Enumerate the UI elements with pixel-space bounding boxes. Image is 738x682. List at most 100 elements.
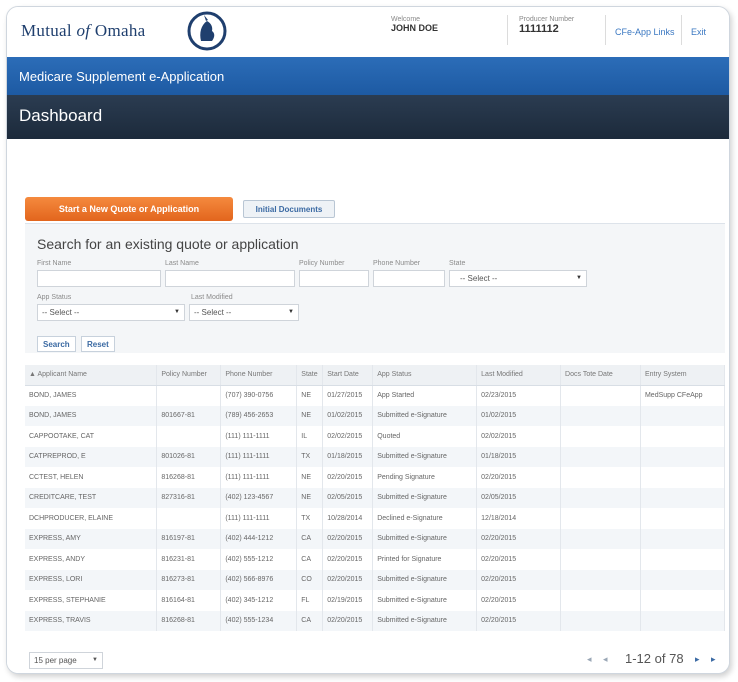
cell-policy-number — [156, 508, 222, 529]
cell-entry-system — [640, 467, 726, 488]
cell-state: IL — [296, 426, 324, 447]
header-divider — [507, 15, 508, 45]
table-row[interactable]: CATPREPROD, E 801026-81 (111) 111-1111 TX 01… — [25, 446, 726, 467]
table-row[interactable]: BOND, JAMES 801667-81 (789) 456-2653 NE 01/0… — [25, 405, 726, 426]
cell-state: CO — [296, 569, 324, 590]
cell-state: FL — [296, 590, 324, 611]
phone-number-input[interactable] — [373, 270, 445, 287]
cell-app-status: Submitted e-Signature — [372, 446, 478, 467]
welcome-block: Welcome JOHN DOE — [391, 16, 438, 33]
next-page-icon[interactable]: ▸ — [695, 654, 700, 665]
table-row[interactable]: EXPRESS, TRAVIS 816268-81 (402) 555-1234 CA… — [25, 610, 726, 631]
cell-policy-number: 801026-81 — [156, 446, 222, 467]
column-header-state[interactable]: State — [296, 365, 324, 386]
results-table: ▲ Applicant Name Policy Number Phone Num… — [25, 365, 726, 631]
column-header-phone-number[interactable]: Phone Number — [220, 365, 298, 386]
chevron-down-icon: ▼ — [174, 309, 180, 315]
cell-phone-number: (402) 444-1212 — [220, 528, 298, 549]
column-header-app-status[interactable]: App Status — [372, 365, 478, 386]
cell-start-date: 10/28/2014 — [322, 508, 374, 529]
column-header-docs-tote-date[interactable]: Docs Tote Date — [560, 365, 641, 386]
cell-docs-tote-date — [560, 446, 641, 467]
cell-app-status: App Started — [372, 385, 478, 406]
cell-phone-number: (402) 566-8976 — [220, 569, 298, 590]
reset-button[interactable]: Reset — [81, 336, 115, 352]
app-status-select-value: -- Select -- — [42, 308, 80, 317]
cell-last-modified: 02/02/2015 — [476, 426, 562, 447]
app-title: Medicare Supplement e-Application — [19, 69, 225, 84]
last-modified-select-value: -- Select -- — [194, 308, 232, 317]
chevron-down-icon: ▼ — [92, 657, 98, 663]
app-status-select[interactable]: -- Select -- ▼ — [37, 304, 185, 321]
logo-word-of: of — [76, 21, 91, 40]
cell-app-status: Submitted e-Signature — [372, 590, 478, 611]
first-page-icon[interactable]: ◂ — [587, 654, 592, 665]
table-row[interactable]: BOND, JAMES (707) 390-0756 NE 01/27/2015 App… — [25, 385, 726, 406]
cell-start-date: 01/18/2015 — [322, 446, 374, 467]
table-row[interactable]: CREDITCARE, TEST 827316-81 (402) 123-4567 N… — [25, 487, 726, 508]
table-row[interactable]: CAPPOOTAKE, CAT (111) 111-1111 IL 02/02/201… — [25, 426, 726, 447]
cell-phone-number: (111) 111-1111 — [220, 446, 298, 467]
cell-state: NE — [296, 467, 324, 488]
first-name-input[interactable] — [37, 270, 161, 287]
cell-last-modified: 01/02/2015 — [476, 405, 562, 426]
last-page-icon[interactable]: ▸ — [711, 654, 716, 665]
per-page-value: 15 per page — [34, 656, 77, 665]
cell-phone-number: (402) 555-1212 — [220, 549, 298, 570]
cell-applicant-name: CATPREPROD, E — [25, 446, 158, 467]
table-row[interactable]: EXPRESS, ANDY 816231-81 (402) 555-1212 CA 02… — [25, 549, 726, 570]
policy-number-label: Policy Number — [299, 260, 345, 267]
exit-link[interactable]: Exit — [691, 27, 706, 37]
cell-applicant-name: BOND, JAMES — [25, 385, 158, 406]
initial-documents-button[interactable]: Initial Documents — [243, 200, 335, 218]
table-row[interactable]: EXPRESS, AMY 816197-81 (402) 444-1212 CA 02/… — [25, 528, 726, 549]
cell-start-date: 02/20/2015 — [322, 569, 374, 590]
cell-entry-system — [640, 508, 726, 529]
indian-head-logo-icon — [187, 11, 227, 51]
cell-entry-system — [640, 405, 726, 426]
table-row[interactable]: CCTEST, HELEN 816268-81 (111) 111-1111 NE 02… — [25, 467, 726, 488]
column-header-entry-system[interactable]: Entry System — [640, 365, 726, 386]
cell-start-date: 02/05/2015 — [322, 487, 374, 508]
cell-state: TX — [296, 446, 324, 467]
start-new-quote-button[interactable]: Start a New Quote or Application — [25, 197, 233, 221]
policy-number-input[interactable] — [299, 270, 369, 287]
last-name-input[interactable] — [165, 270, 295, 287]
cell-applicant-name: EXPRESS, STEPHANIE — [25, 590, 158, 611]
previous-page-icon[interactable]: ◂ — [603, 654, 608, 665]
cell-entry-system: MedSupp CFeApp — [640, 385, 726, 406]
phone-number-label: Phone Number — [373, 260, 421, 267]
cell-state: CA — [296, 528, 324, 549]
cell-docs-tote-date — [560, 508, 641, 529]
cell-state: NE — [296, 385, 324, 406]
column-header-applicant-name[interactable]: ▲ Applicant Name — [25, 365, 158, 386]
table-row[interactable]: DCHPRODUCER, ELAINE (111) 111-1111 TX 10/28… — [25, 508, 726, 529]
search-button[interactable]: Search — [37, 336, 76, 352]
column-header-last-modified[interactable]: Last Modified — [476, 365, 562, 386]
cell-last-modified: 02/20/2015 — [476, 467, 562, 488]
logo-word-mutual: Mutual — [21, 21, 72, 40]
page-title: Dashboard — [19, 106, 103, 125]
state-select-value: -- Select -- — [460, 274, 498, 283]
state-select[interactable]: -- Select -- ▼ — [449, 270, 587, 287]
table-row[interactable]: EXPRESS, LORI 816273-81 (402) 566-8976 CO 02… — [25, 569, 726, 590]
table-row[interactable]: EXPRESS, STEPHANIE 816164-81 (402) 345-121… — [25, 590, 726, 611]
header-divider — [681, 15, 682, 45]
cell-phone-number: (402) 123-4567 — [220, 487, 298, 508]
cell-app-status: Printed for Signature — [372, 549, 478, 570]
pagination-summary: 1-12 of 78 — [625, 651, 684, 666]
cfe-app-links-link[interactable]: CFe-App Links — [615, 27, 675, 37]
cell-applicant-name: BOND, JAMES — [25, 405, 158, 426]
chevron-down-icon: ▼ — [576, 275, 582, 281]
company-logo[interactable]: Mutual of Omaha — [21, 21, 145, 41]
cell-applicant-name: DCHPRODUCER, ELAINE — [25, 508, 158, 529]
last-name-label: Last Name — [165, 260, 199, 267]
cell-last-modified: 02/23/2015 — [476, 385, 562, 406]
column-header-policy-number[interactable]: Policy Number — [156, 365, 222, 386]
cell-app-status: Submitted e-Signature — [372, 528, 478, 549]
search-heading: Search for an existing quote or applicat… — [37, 236, 299, 252]
per-page-select[interactable]: 15 per page ▼ — [29, 652, 103, 669]
cell-start-date: 02/02/2015 — [322, 426, 374, 447]
column-header-start-date[interactable]: Start Date — [322, 365, 374, 386]
last-modified-select[interactable]: -- Select -- ▼ — [189, 304, 299, 321]
